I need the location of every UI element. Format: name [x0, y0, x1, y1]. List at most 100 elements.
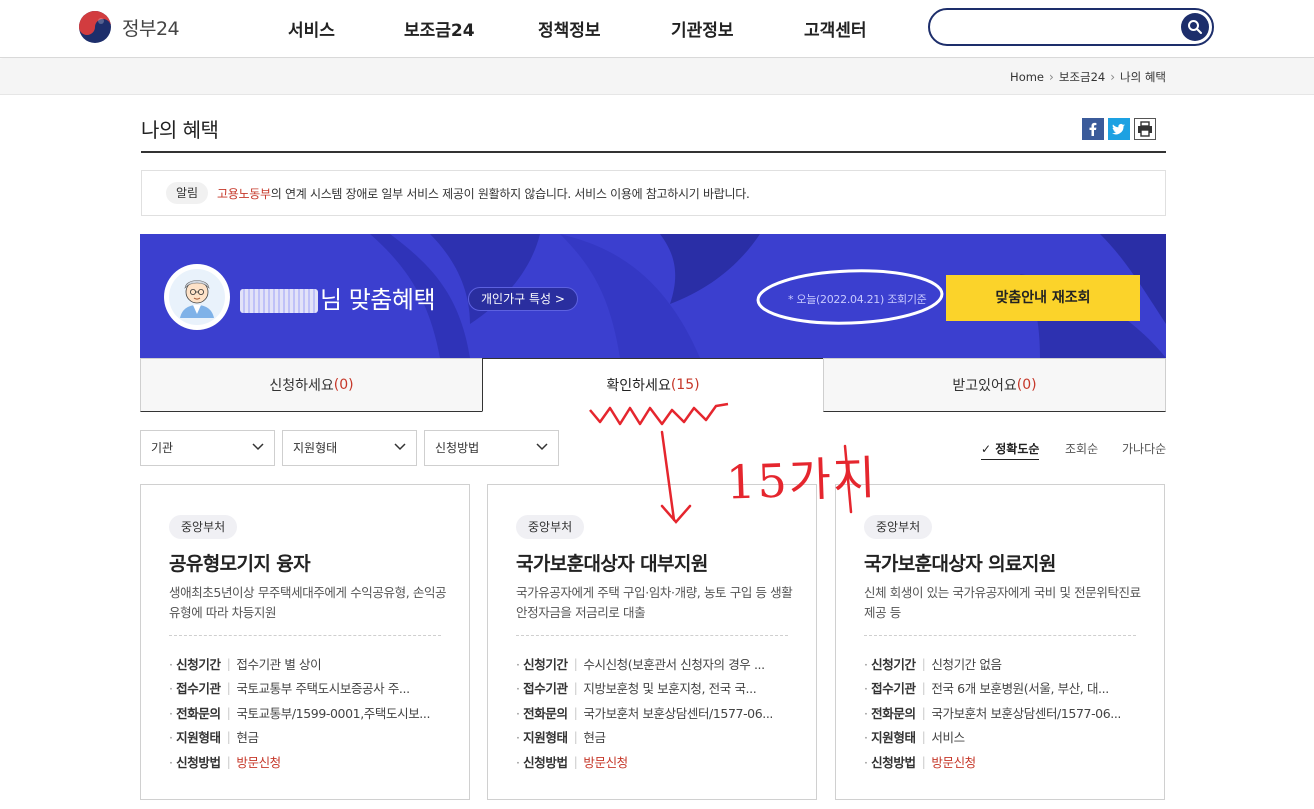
detail-key: 신청방법	[169, 752, 221, 771]
filter-support-type-select[interactable]: 지원형태	[282, 430, 417, 466]
detail-row: 지원형태|현금	[516, 725, 806, 750]
detail-key: 전화문의	[169, 703, 221, 722]
avatar	[164, 264, 230, 330]
card-description: 신체 회생이 있는 국가유공자에게 국비 및 전문위탁진료 제공 등	[864, 585, 1141, 620]
breadcrumb-current: 나의 혜택	[1120, 70, 1166, 84]
print-icon	[1138, 121, 1152, 137]
chevron-down-icon	[394, 443, 406, 451]
logo-text: 정부24	[122, 17, 180, 40]
detail-value: 전국 6개 보훈병원(서울, 부산, 대...	[931, 681, 1109, 697]
chevron-right-icon: ›	[1110, 70, 1116, 84]
detail-value: 국토교통부 주택도시보증공사 주...	[236, 681, 410, 697]
detail-row: 지원형태|현금	[169, 725, 459, 750]
detail-value: 방문신청	[931, 754, 976, 770]
detail-row: 신청기간|접수기관 별 상이	[169, 651, 459, 676]
breadcrumb-bar: Home › 보조금24 › 나의 혜택	[0, 59, 1314, 95]
detail-key: 신청기간	[169, 654, 221, 673]
detail-row: 전화문의|국토교통부/1599-0001,주택도시보...	[169, 700, 459, 725]
site-logo[interactable]: 정부24	[78, 9, 198, 45]
detail-key: 지원형태	[516, 727, 568, 746]
filter-agency-select[interactable]: 기관	[140, 430, 275, 466]
card-divider	[516, 635, 788, 636]
detail-value: 현금	[236, 730, 259, 746]
detail-value: 수시신청(보훈관서 신청자의 경우 ...	[583, 656, 765, 672]
custom-benefit-banner: 님 맞춤혜택 개인가구 특성 > * 오늘(2022.04.21) 조회기준 맞…	[140, 234, 1166, 358]
tab-count: (15)	[670, 377, 700, 393]
sort-accuracy[interactable]: ✓ 정확도순	[981, 440, 1040, 460]
query-date-note: * 오늘(2022.04.21) 조회기준	[788, 293, 927, 306]
detail-row: 신청방법|방문신청	[169, 749, 459, 774]
detail-key: 신청방법	[864, 752, 916, 771]
card-description: 국가유공자에게 주택 구입·임차·개량, 농토 구입 등 생활안정자금을 저금리…	[516, 585, 793, 620]
detail-value: 지방보훈청 및 보훈지청, 전국 국...	[583, 681, 757, 697]
select-value: 기관	[151, 441, 174, 455]
notice-message: 의 연계 시스템 장애로 일부 서비스 제공이 원활하지 않습니다. 서비스 이…	[270, 187, 750, 201]
notice-highlight: 고용노동부	[217, 187, 271, 201]
print-button[interactable]	[1134, 118, 1156, 140]
detail-key: 전화문의	[516, 703, 568, 722]
menu-services[interactable]: 서비스	[288, 16, 335, 41]
detail-row: 접수기관|지방보훈청 및 보훈지청, 전국 국...	[516, 676, 806, 701]
detail-row: 지원형태|서비스	[864, 725, 1154, 750]
benefit-card[interactable]: 중앙부처 국가보훈대상자 대부지원 국가유공자에게 주택 구입·임차·개량, 농…	[487, 484, 817, 800]
search-button[interactable]	[1181, 13, 1209, 41]
sort-views[interactable]: 조회순	[1065, 440, 1098, 457]
menu-subsidy24[interactable]: 보조금24	[404, 16, 475, 41]
menu-policy-info[interactable]: 정책정보	[538, 16, 601, 41]
search-box	[928, 8, 1214, 46]
tab-apply[interactable]: 신청하세요 (0)	[140, 358, 483, 412]
detail-key: 접수기관	[864, 678, 916, 697]
sort-alphabetical[interactable]: 가나다순	[1122, 440, 1166, 457]
detail-value: 접수기관 별 상이	[236, 656, 322, 672]
detail-row: 접수기관|국토교통부 주택도시보증공사 주...	[169, 676, 459, 701]
detail-key: 전화문의	[864, 703, 916, 722]
detail-row: 신청기간|신청기간 없음	[864, 651, 1154, 676]
detail-key: 신청방법	[516, 752, 568, 771]
tab-receiving[interactable]: 받고있어요 (0)	[823, 358, 1166, 412]
detail-row: 접수기관|전국 6개 보훈병원(서울, 부산, 대...	[864, 676, 1154, 701]
breadcrumb-home[interactable]: Home	[1010, 70, 1044, 84]
search-input[interactable]	[944, 16, 1174, 38]
detail-value: 신청기간 없음	[931, 656, 1002, 672]
check-icon: ✓	[981, 442, 992, 456]
select-value: 신청방법	[435, 441, 480, 455]
detail-row: 신청기간|수시신청(보훈관서 신청자의 경우 ...	[516, 651, 806, 676]
card-details: 신청기간|신청기간 없음 접수기관|전국 6개 보훈병원(서울, 부산, 대..…	[864, 651, 1154, 774]
card-title: 공유형모기지 융자	[169, 553, 311, 575]
recheck-custom-benefit-button[interactable]: 맞춤안내 재조회	[946, 275, 1140, 321]
title-underline	[141, 151, 1166, 153]
menu-agency-info[interactable]: 기관정보	[671, 16, 734, 41]
chevron-right-icon: ›	[1049, 70, 1054, 84]
tab-count: (0)	[1016, 377, 1037, 393]
benefit-card[interactable]: 중앙부처 국가보훈대상자 의료지원 신체 회생이 있는 국가유공자에게 국비 및…	[835, 484, 1165, 800]
org-badge: 중앙부처	[516, 515, 585, 539]
banner-title-suffix: 님 맞춤혜택	[320, 286, 436, 314]
filter-apply-method-select[interactable]: 신청방법	[424, 430, 559, 466]
elderly-person-icon	[169, 269, 225, 325]
tab-label: 신청하세요	[269, 378, 334, 394]
household-traits-button[interactable]: 개인가구 특성 >	[468, 287, 578, 311]
detail-key: 지원형태	[864, 727, 916, 746]
facebook-share-button[interactable]	[1082, 118, 1104, 140]
user-benefit-title: 님 맞춤혜택	[240, 280, 436, 315]
card-divider	[864, 635, 1136, 636]
twitter-share-button[interactable]	[1108, 118, 1130, 140]
detail-row: 전화문의|국가보훈처 보훈상담센터/1577-06...	[516, 700, 806, 725]
tab-check[interactable]: 확인하세요 (15)	[482, 358, 824, 412]
benefit-tabs: 신청하세요 (0) 확인하세요 (15) 받고있어요 (0)	[140, 358, 1166, 412]
chevron-down-icon	[536, 443, 548, 451]
detail-value: 국가보훈처 보훈상담센터/1577-06...	[931, 705, 1122, 721]
breadcrumb-subsidy24[interactable]: 보조금24	[1059, 69, 1105, 85]
detail-value: 국토교통부/1599-0001,주택도시보...	[236, 705, 431, 721]
masked-user-name	[240, 289, 318, 313]
search-icon	[1188, 20, 1202, 34]
chevron-down-icon	[252, 443, 264, 451]
detail-value: 서비스	[931, 730, 965, 746]
menu-customer-center[interactable]: 고객센터	[804, 16, 867, 41]
detail-row: 신청방법|방문신청	[864, 749, 1154, 774]
benefit-card[interactable]: 중앙부처 공유형모기지 융자 생애최초5년이상 무주택세대주에게 수익공유형, …	[140, 484, 470, 800]
notice-text: 고용노동부의 연계 시스템 장애로 일부 서비스 제공이 원활하지 않습니다. …	[217, 185, 750, 202]
org-badge: 중앙부처	[169, 515, 238, 539]
org-badge: 중앙부처	[864, 515, 933, 539]
detail-value: 방문신청	[583, 754, 628, 770]
